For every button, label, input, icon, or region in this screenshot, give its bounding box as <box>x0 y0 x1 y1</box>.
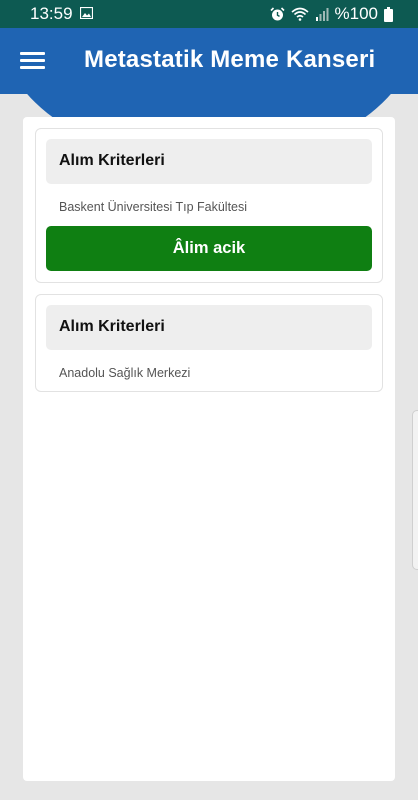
status-bar: 13:59 %100 <box>0 0 418 28</box>
status-time: 13:59 <box>30 4 73 23</box>
institution-name: Baskent Üniversitesi Tıp Fakültesi <box>59 200 248 214</box>
card-header-label: Alım Kriterleri <box>59 318 165 335</box>
card-header: Alım Kriterleri <box>46 139 372 184</box>
trial-card[interactable]: Alım Kriterleri Baskent Üniversitesi Tıp… <box>35 128 383 283</box>
hamburger-icon[interactable] <box>20 52 45 70</box>
wifi-icon <box>290 7 309 21</box>
battery-percentage: %100 <box>334 4 378 23</box>
card-header: Alım Kriterleri <box>46 305 372 350</box>
edge-panel-handle[interactable] <box>412 410 418 570</box>
card-header-label: Alım Kriterleri <box>59 152 165 169</box>
battery-icon <box>384 6 393 22</box>
page-title: Metastatik Meme Kanseri <box>84 46 376 73</box>
enrollment-open-button[interactable]: Âlim acik <box>46 226 372 271</box>
app-bar: Metastatik Meme Kanseri <box>0 28 418 94</box>
gallery-icon <box>80 7 93 19</box>
alarm-icon <box>269 6 285 20</box>
institution-name: Anadolu Sağlık Merkezi <box>59 366 191 380</box>
content-sheet: Alım Kriterleri Baskent Üniversitesi Tıp… <box>23 117 395 781</box>
signal-icon <box>315 8 329 21</box>
status-icons: %100 <box>269 4 393 24</box>
trial-card[interactable]: Alım Kriterleri Anadolu Sağlık Merkezi <box>35 294 383 392</box>
